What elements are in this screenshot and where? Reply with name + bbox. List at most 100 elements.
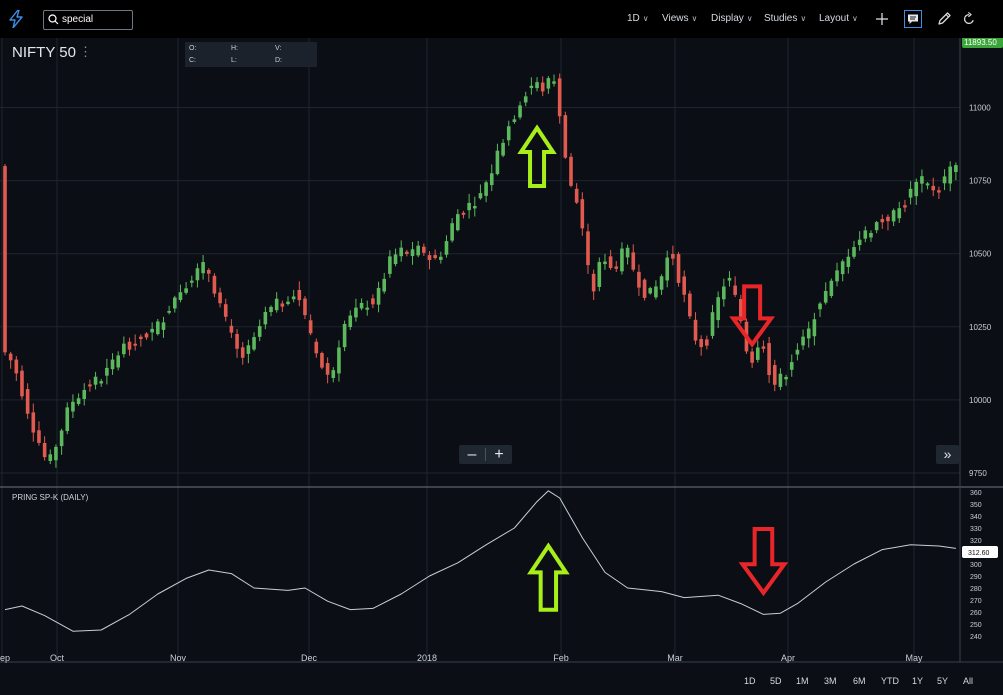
layout-menu[interactable]: Layout ∨ <box>819 13 858 24</box>
chart-canvas[interactable]: 9750 10000 10250 10500 10750 11000 240 250 260 27… <box>0 38 1003 695</box>
range-6m[interactable]: 6M <box>853 676 866 686</box>
candle-body <box>597 262 602 287</box>
price-tick-label: 9750 <box>969 469 987 478</box>
price-tick-label: 11000 <box>969 104 991 113</box>
zoom-out-button[interactable]: – <box>459 445 485 464</box>
indicator-tick-label: 250 <box>970 622 982 629</box>
time-tick-label: 2018 <box>417 653 437 663</box>
reset-refresh-icon[interactable] <box>960 10 978 28</box>
search-input[interactable] <box>62 12 128 27</box>
candle-body <box>269 306 273 312</box>
candle-body <box>229 325 234 333</box>
candle-body <box>603 261 607 265</box>
candle-body <box>789 362 794 370</box>
candle-body <box>212 275 217 294</box>
time-tick-label: Sep <box>0 653 10 663</box>
candle-body <box>139 336 143 339</box>
candle-body <box>716 297 720 321</box>
candle-body <box>280 303 285 307</box>
candle-body <box>586 231 590 266</box>
candle-body <box>676 254 681 283</box>
candle-body <box>110 359 115 370</box>
range-3m[interactable]: 3M <box>824 676 837 686</box>
range-all[interactable]: All <box>963 676 973 686</box>
candle-body <box>365 307 370 310</box>
candle-body <box>206 269 211 274</box>
chevron-down-icon: ∨ <box>642 14 649 23</box>
candle-body <box>608 256 613 269</box>
candle-body <box>65 407 70 432</box>
indicator-tick-label: 330 <box>970 526 982 533</box>
candle-body <box>614 266 619 269</box>
candle-body <box>325 363 330 375</box>
candle-body <box>891 210 896 222</box>
range-5y[interactable]: 5Y <box>937 676 948 686</box>
scroll-to-latest-button[interactable]: » <box>936 445 959 464</box>
candle-body <box>688 293 692 317</box>
lightning-logo-icon[interactable] <box>9 10 23 28</box>
candle-body <box>937 190 941 193</box>
candle-body <box>161 322 166 330</box>
open-label: O: <box>189 45 197 52</box>
candle-body <box>682 276 686 295</box>
candle-body <box>908 188 913 198</box>
candle-body <box>784 376 788 380</box>
indicator-tick-label: 270 <box>970 598 982 605</box>
candle-body <box>444 241 449 255</box>
price-tick-label: 10250 <box>969 323 992 332</box>
comment-icon[interactable] <box>904 10 922 28</box>
candle-body <box>710 312 715 336</box>
candle-body <box>818 303 822 310</box>
chevron-down-icon: ∨ <box>746 14 753 23</box>
range-1d[interactable]: 1D <box>744 676 756 686</box>
zoom-in-button[interactable]: + <box>486 445 512 464</box>
candle-body <box>150 328 154 333</box>
candle-body <box>869 233 873 238</box>
candle-body <box>235 333 239 349</box>
candle-body <box>659 276 664 290</box>
candle-body <box>25 389 30 414</box>
candle-body <box>840 261 845 275</box>
candle-body <box>857 239 862 246</box>
candle-body <box>189 280 194 283</box>
candle-body <box>48 454 53 461</box>
candle-body <box>422 246 426 253</box>
candle-body <box>178 292 183 300</box>
search-icon <box>48 14 59 25</box>
candle-body <box>925 183 930 186</box>
candle-body <box>342 323 347 348</box>
candle-body <box>122 343 126 355</box>
studies-menu[interactable]: Studies ∨ <box>764 13 806 24</box>
symbol-title: NIFTY 50 <box>12 44 76 61</box>
candle-body <box>874 222 879 231</box>
views-menu[interactable]: Views ∨ <box>662 13 697 24</box>
symbol-search-box[interactable] <box>43 10 133 30</box>
interval-menu[interactable]: 1D ∨ <box>627 13 649 24</box>
candle-body <box>772 365 777 385</box>
candle-body <box>540 82 545 92</box>
candle-body <box>693 319 698 341</box>
candle-body <box>399 247 403 257</box>
display-menu[interactable]: Display ∨ <box>711 13 753 24</box>
candle-body <box>648 288 653 294</box>
range-1m[interactable]: 1M <box>796 676 809 686</box>
price-tick-label: 10750 <box>969 177 992 186</box>
candle-body <box>846 256 851 267</box>
close-label: C: <box>189 57 196 64</box>
candle-body <box>801 336 805 346</box>
candle-body <box>433 255 437 259</box>
candle-body <box>620 248 624 272</box>
crosshair-plus-icon[interactable] <box>873 10 891 28</box>
pencil-draw-icon[interactable] <box>935 10 953 28</box>
candle-body <box>467 202 471 211</box>
last-price-value: 11893.50 <box>964 38 997 47</box>
range-ytd[interactable]: YTD <box>881 676 899 686</box>
range-5d[interactable]: 5D <box>770 676 782 686</box>
candle-body <box>461 212 466 215</box>
candle-body <box>144 333 149 338</box>
more-options-icon[interactable]: ⋮ <box>79 44 92 60</box>
range-1y[interactable]: 1Y <box>912 676 923 686</box>
candle-body <box>750 351 754 363</box>
candle-body <box>920 176 924 184</box>
indicator-tick-label: 340 <box>970 514 982 521</box>
